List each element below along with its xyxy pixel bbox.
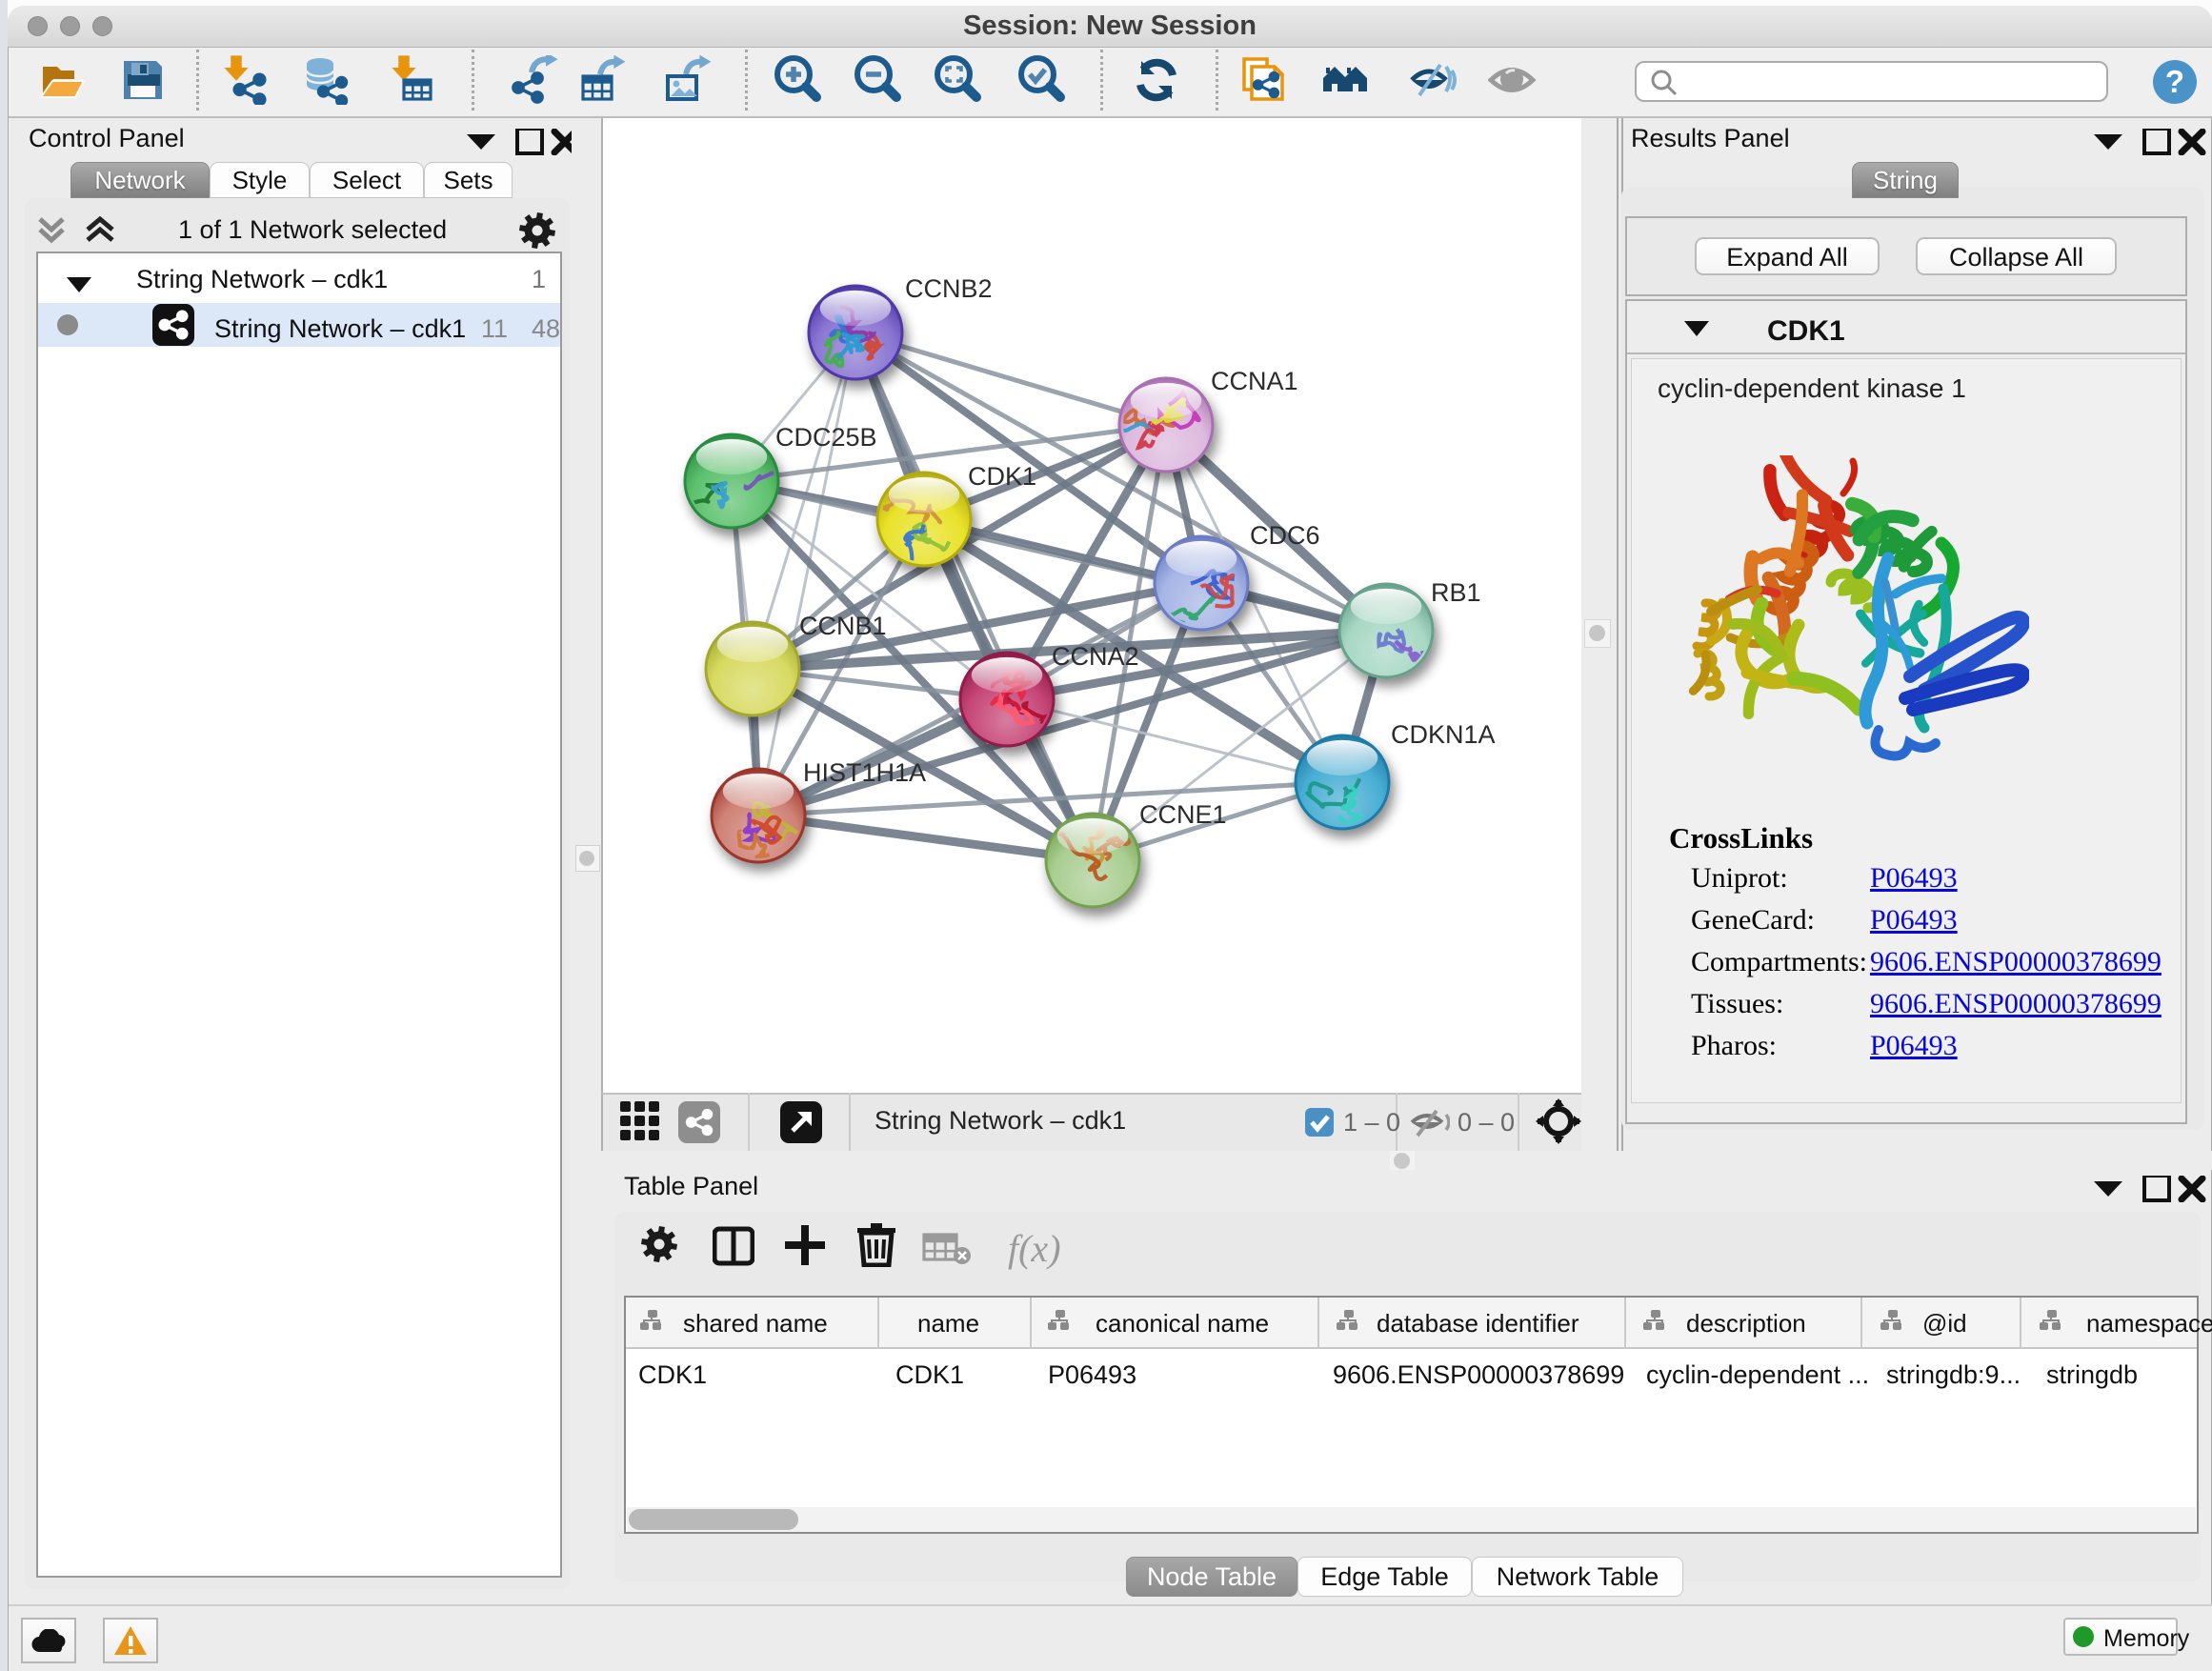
svg-text:?: ?: [2165, 64, 2184, 99]
